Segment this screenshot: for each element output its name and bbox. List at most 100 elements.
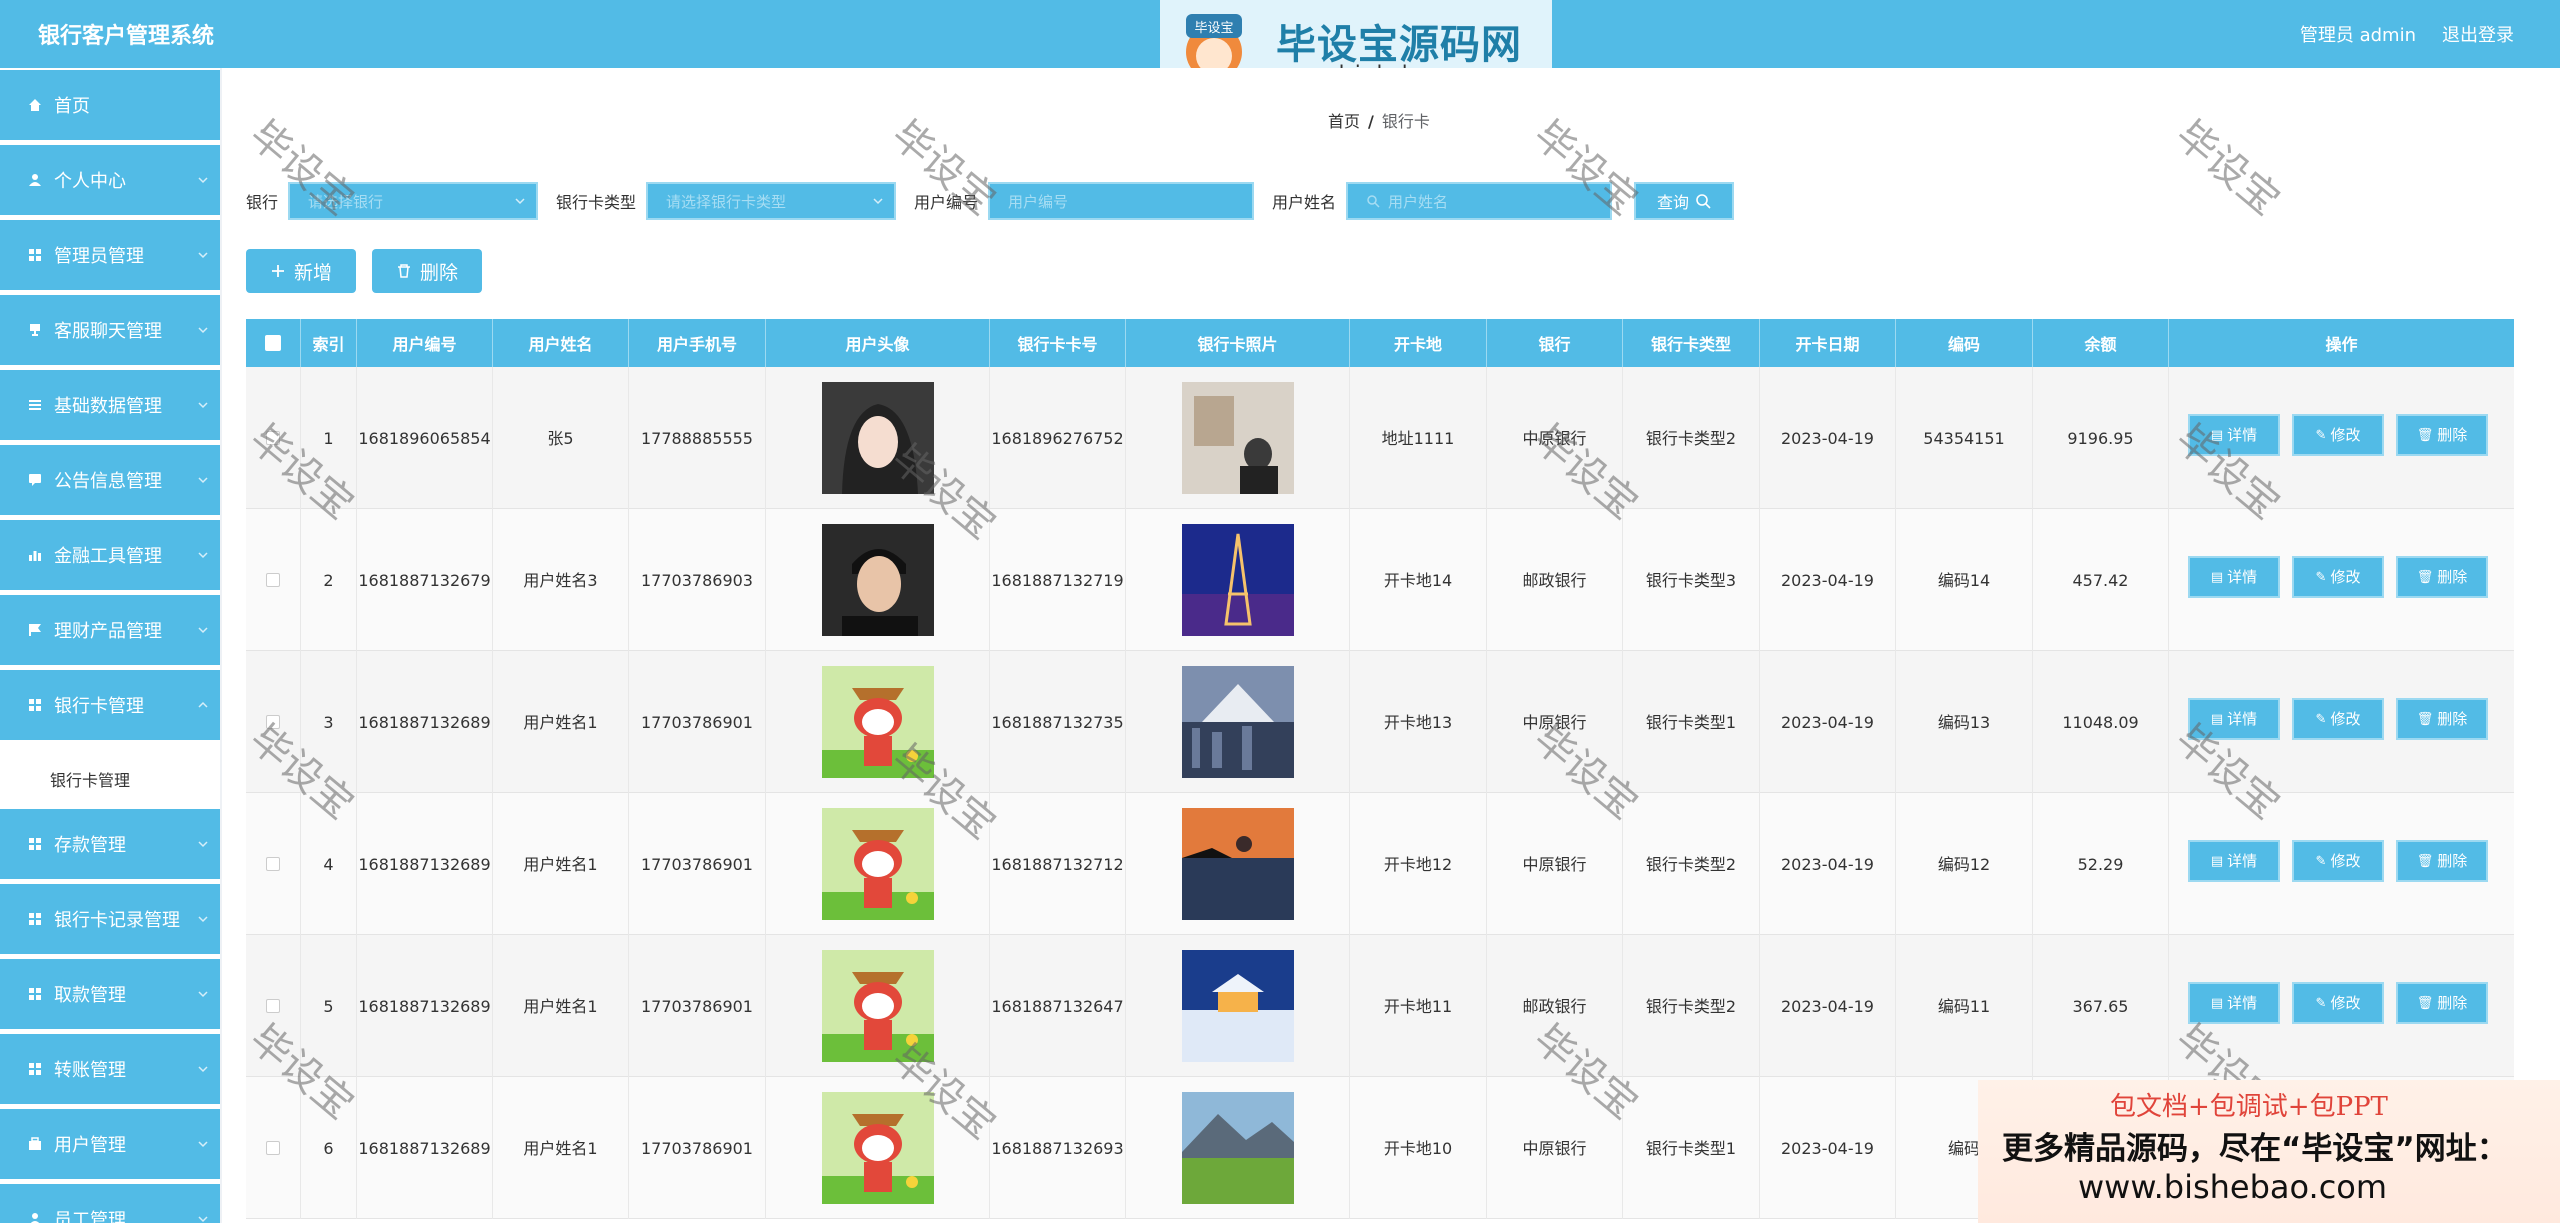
- user-no-input[interactable]: 用户编号: [988, 182, 1255, 220]
- edit-button[interactable]: ✎修改: [2292, 414, 2384, 456]
- detail-button[interactable]: ▤详情: [2188, 556, 2280, 598]
- cell-place: 开卡地10: [1350, 1077, 1487, 1219]
- breadcrumb-home[interactable]: 首页: [1328, 112, 1360, 131]
- app-title: 银行客户管理系统: [38, 24, 215, 49]
- cell-text: 1681887132679: [358, 570, 491, 590]
- card-photo-cell: [1126, 651, 1350, 793]
- sidebar-item-base-data[interactable]: 基础数据管理: [0, 370, 220, 440]
- submenu-item-bank-card[interactable]: 银行卡管理: [0, 751, 220, 807]
- sidebar-item-home[interactable]: 首页: [0, 70, 220, 140]
- chevron-down-icon: [198, 1216, 208, 1223]
- cell-text: 2023-04-19: [1781, 712, 1874, 732]
- detail-button[interactable]: ▤详情: [2188, 982, 2280, 1024]
- delete-button-label: 删除: [2437, 709, 2468, 728]
- card-photo-image[interactable]: [1181, 524, 1294, 636]
- detail-button[interactable]: ▤详情: [2188, 414, 2280, 456]
- row-checkbox[interactable]: [266, 1141, 280, 1155]
- sidebar-item-admins[interactable]: 管理员管理: [0, 220, 220, 290]
- sidebar-item-staff[interactable]: 员工管理: [0, 1184, 220, 1223]
- sidebar-item-bank-card[interactable]: 银行卡管理: [0, 670, 220, 740]
- card-photo-cell: [1126, 509, 1350, 651]
- cell-card-no: 1681887132647: [990, 935, 1126, 1077]
- cell-text: 457.42: [2072, 570, 2129, 590]
- delete-button[interactable]: 🗑删除: [2396, 840, 2488, 882]
- cell-text: 1: [323, 428, 334, 448]
- edit-button-label: 修改: [2330, 567, 2361, 586]
- card-photo-image[interactable]: [1181, 382, 1294, 494]
- add-button[interactable]: 新增: [246, 249, 356, 293]
- ad-banner[interactable]: 包文档+包调试+包PPT 更多精品源码，尽在“毕设宝”网址： www.bishe…: [1978, 1080, 2560, 1223]
- edit-button[interactable]: ✎修改: [2292, 982, 2384, 1024]
- row-checkbox[interactable]: [266, 573, 280, 587]
- avatar-image[interactable]: [821, 950, 934, 1062]
- row-checkbox[interactable]: [266, 431, 280, 445]
- delete-button[interactable]: 🗑删除: [2396, 414, 2488, 456]
- cell-date: 2023-04-19: [1760, 509, 1896, 651]
- delete-button-label: 删除: [2437, 851, 2468, 870]
- card-type-select[interactable]: 请选择银行卡类型: [646, 182, 897, 220]
- query-button[interactable]: 查询: [1634, 182, 1734, 220]
- cell-index: 5: [301, 935, 357, 1077]
- edit-button-label: 修改: [2330, 851, 2361, 870]
- col-header: 银行卡卡号: [990, 319, 1126, 367]
- detail-button[interactable]: ▤详情: [2188, 840, 2280, 882]
- delete-button[interactable]: 🗑删除: [2396, 556, 2488, 598]
- cell-index: 4: [301, 793, 357, 935]
- row-checkbox[interactable]: [266, 999, 280, 1013]
- cell-text: 编码11: [1937, 996, 1991, 1016]
- col-header: 银行: [1487, 319, 1623, 367]
- sidebar-item-users[interactable]: 用户管理: [0, 1109, 220, 1179]
- admin-label[interactable]: 管理员 admin: [2300, 21, 2416, 47]
- select-all-checkbox[interactable]: [265, 335, 281, 351]
- card-type-filter: 银行卡类型 请选择银行卡类型: [556, 182, 897, 220]
- edit-button[interactable]: ✎修改: [2292, 698, 2384, 740]
- sidebar-item-wealth[interactable]: 理财产品管理: [0, 595, 220, 665]
- logout-link[interactable]: 退出登录: [2442, 21, 2514, 47]
- sidebar-item-profile[interactable]: 个人中心: [0, 145, 220, 215]
- sidebar-item-transfer[interactable]: 转账管理: [0, 1034, 220, 1104]
- card-photo-image[interactable]: [1181, 950, 1294, 1062]
- user-name-input[interactable]: 用户姓名: [1346, 182, 1613, 220]
- sidebar-item-label: 公告信息管理: [54, 471, 162, 492]
- cell-text: 2023-04-19: [1781, 1138, 1874, 1158]
- avatar-image[interactable]: [821, 524, 934, 636]
- edit-button[interactable]: ✎修改: [2292, 840, 2384, 882]
- avatar-image[interactable]: [821, 382, 934, 494]
- cell-text: 5: [323, 996, 334, 1016]
- edit-button[interactable]: ✎修改: [2292, 556, 2384, 598]
- delete-button[interactable]: 🗑删除: [2396, 698, 2488, 740]
- col-header: 银行卡照片: [1126, 319, 1350, 367]
- chevron-down-icon: [515, 198, 525, 205]
- avatar-cell: [766, 1077, 990, 1219]
- sidebar-item-chat[interactable]: 客服聊天管理: [0, 295, 220, 365]
- batch-delete-button[interactable]: 删除: [372, 249, 482, 293]
- row-checkbox[interactable]: [266, 857, 280, 871]
- card-photo-image[interactable]: [1181, 666, 1294, 778]
- cell-text: 1681896276752: [991, 428, 1124, 448]
- edit-icon: ✎: [2315, 427, 2327, 443]
- row-actions: ▤详情 ✎修改 🗑删除: [2169, 367, 2514, 509]
- sidebar-item-deposit[interactable]: 存款管理: [0, 809, 220, 879]
- delete-button[interactable]: 🗑删除: [2396, 982, 2488, 1024]
- cell-balance: 11048.09: [2033, 651, 2169, 793]
- sidebar-item-notice[interactable]: 公告信息管理: [0, 445, 220, 515]
- cell-phone: 17788885555: [629, 367, 766, 509]
- cell-text: 52.29: [2077, 854, 2124, 874]
- card-photo-image[interactable]: [1181, 1092, 1294, 1204]
- trophy-icon: [28, 323, 42, 337]
- avatar-image[interactable]: [821, 808, 934, 920]
- sidebar-item-label: 银行卡记录管理: [54, 910, 180, 931]
- sidebar-item-withdraw[interactable]: 取款管理: [0, 959, 220, 1029]
- avatar-image[interactable]: [821, 666, 934, 778]
- card-photo-image[interactable]: [1181, 808, 1294, 920]
- sidebar-item-card-records[interactable]: 银行卡记录管理: [0, 884, 220, 954]
- detail-button[interactable]: ▤详情: [2188, 698, 2280, 740]
- cell-text: 银行卡类型2: [1645, 428, 1737, 448]
- cell-user-no: 1681887132679: [357, 509, 493, 651]
- bank-select[interactable]: 请选择银行: [288, 182, 539, 220]
- list-icon: ▤: [2210, 995, 2224, 1011]
- trash-icon: 🗑: [2416, 853, 2434, 869]
- avatar-image[interactable]: [821, 1092, 934, 1204]
- sidebar-item-finance-tools[interactable]: 金融工具管理: [0, 520, 220, 590]
- row-checkbox[interactable]: [266, 715, 280, 729]
